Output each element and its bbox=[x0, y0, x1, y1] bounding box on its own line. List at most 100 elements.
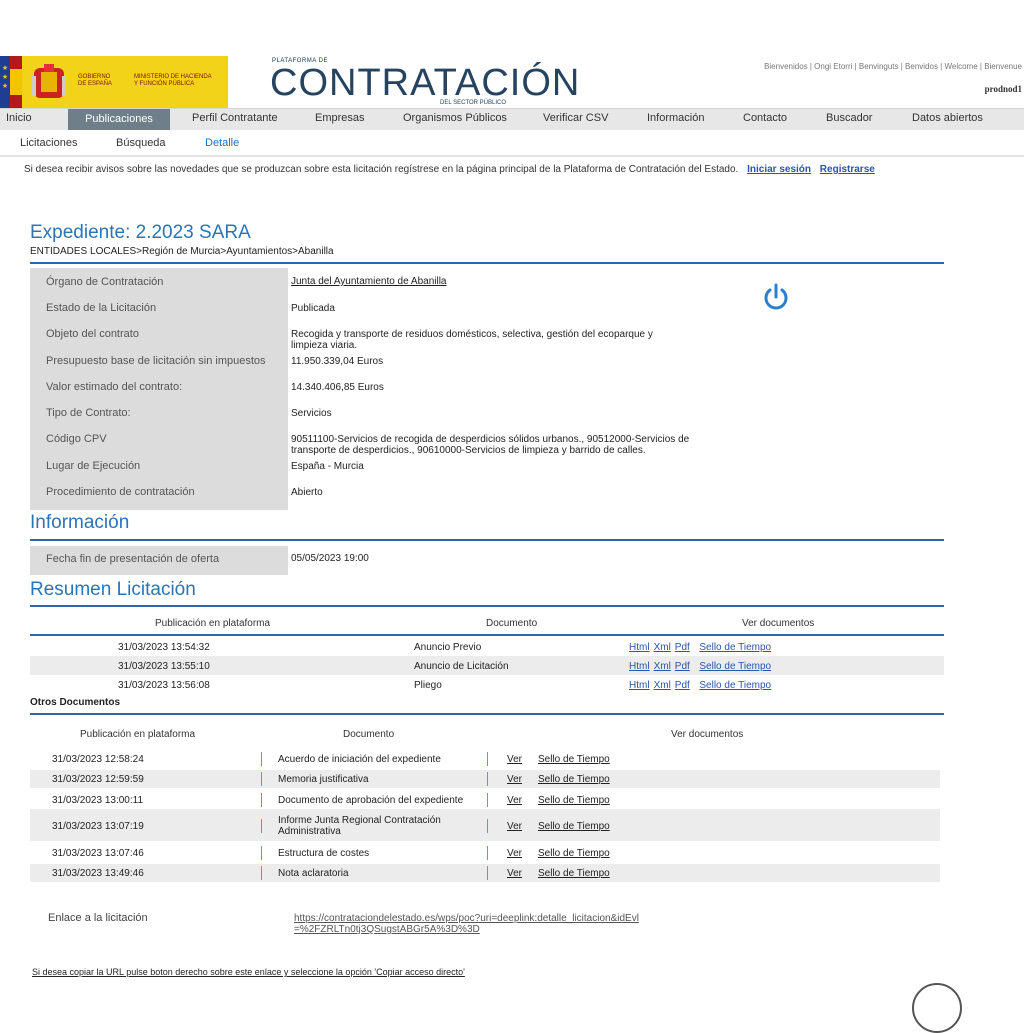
nav-buscador[interactable]: Buscador bbox=[826, 112, 872, 124]
column-separator bbox=[487, 819, 488, 833]
subnav-licitaciones[interactable]: Licitaciones bbox=[20, 137, 77, 149]
objeto-label: Objeto del contrato bbox=[46, 328, 139, 340]
ver-link[interactable]: Ver bbox=[507, 868, 522, 879]
otros-header-documento: Documento bbox=[343, 729, 395, 740]
column-separator bbox=[487, 793, 488, 807]
objeto-value: Recogida y transporte de residuos domést… bbox=[291, 329, 653, 351]
html-link[interactable]: Html bbox=[629, 642, 650, 653]
ver-link[interactable]: Ver bbox=[507, 774, 522, 785]
fecha-label: Fecha fin de presentación de oferta bbox=[46, 553, 220, 565]
divider bbox=[30, 539, 944, 541]
notice-message: Si desea recibir avisos sobre las noveda… bbox=[24, 164, 739, 175]
estado-label: Estado de la Licitación bbox=[46, 302, 157, 314]
informacion-title: Información bbox=[30, 512, 130, 533]
pdf-link[interactable]: Pdf bbox=[675, 680, 690, 691]
xml-link[interactable]: Xml bbox=[654, 680, 671, 691]
sello-link[interactable]: Sello de Tiempo bbox=[538, 821, 610, 832]
notice-text: Si desea recibir avisos sobre las noveda… bbox=[24, 164, 875, 175]
sello-link[interactable]: Sello de Tiempo bbox=[699, 642, 771, 653]
otros-header-fecha: Publicación en plataforma bbox=[80, 729, 196, 740]
gobierno-logo: GOBIERNO DE ESPAÑA MINISTERIO DE HACIEND… bbox=[22, 56, 228, 108]
ver-link[interactable]: Ver bbox=[507, 848, 522, 859]
row-links: Html Xml Pdf Sello de Tiempo bbox=[629, 642, 775, 653]
nav-perfil-contratante[interactable]: Perfil Contratante bbox=[192, 112, 278, 124]
row-date: 31/03/2023 13:07:19 bbox=[52, 821, 144, 832]
divider bbox=[30, 713, 944, 715]
sello-link[interactable]: Sello de Tiempo bbox=[699, 661, 771, 672]
presupuesto-value: 11.950.339,04 Euros bbox=[291, 356, 384, 367]
copy-url-hint-link[interactable]: Si desea copiar la URL pulse boton derec… bbox=[32, 967, 465, 978]
row-links: Html Xml Pdf Sello de Tiempo bbox=[629, 661, 775, 672]
row-background bbox=[30, 809, 940, 841]
nav-organismos-publicos[interactable]: Organismos Públicos bbox=[403, 112, 507, 124]
procedimiento-label: Procedimiento de contratación bbox=[46, 486, 195, 498]
row-date: 31/03/2023 13:07:46 bbox=[52, 848, 144, 859]
row-date: 31/03/2023 13:55:10 bbox=[118, 661, 210, 672]
circle-icon bbox=[912, 983, 962, 1033]
row-document: Pliego bbox=[414, 680, 442, 691]
nav-publicaciones[interactable]: Publicaciones bbox=[68, 109, 170, 130]
ver-link[interactable]: Ver bbox=[507, 821, 522, 832]
column-separator bbox=[261, 772, 262, 786]
nav-datos-abiertos[interactable]: Datos abiertos bbox=[912, 112, 983, 124]
pdf-link[interactable]: Pdf bbox=[675, 661, 690, 672]
enlace-label: Enlace a la licitación bbox=[48, 912, 148, 924]
sello-link[interactable]: Sello de Tiempo bbox=[538, 868, 610, 879]
gobierno-text: GOBIERNO DE ESPAÑA bbox=[78, 74, 112, 87]
row-date: 31/03/2023 13:00:11 bbox=[52, 795, 144, 806]
presupuesto-label: Presupuesto base de licitación sin impue… bbox=[46, 355, 266, 367]
sello-link[interactable]: Sello de Tiempo bbox=[538, 795, 610, 806]
sello-link[interactable]: Sello de Tiempo bbox=[699, 680, 771, 691]
subnav-busqueda[interactable]: Búsqueda bbox=[116, 137, 166, 149]
row-document: Nota aclaratoria bbox=[278, 868, 349, 879]
html-link[interactable]: Html bbox=[629, 661, 650, 672]
divider bbox=[0, 155, 1024, 157]
divider bbox=[30, 262, 944, 264]
resumen-title: Resumen Licitación bbox=[30, 579, 196, 600]
register-link[interactable]: Registrarse bbox=[820, 164, 875, 175]
nav-verificar-csv[interactable]: Verificar CSV bbox=[543, 112, 608, 124]
valor-value: 14.340.406,85 Euros bbox=[291, 382, 384, 393]
ministerio-text: MINISTERIO DE HACIENDA Y FUNCIÓN PÚBLICA bbox=[134, 74, 212, 87]
subnav-detalle[interactable]: Detalle bbox=[205, 137, 239, 149]
nav-informacion[interactable]: Información bbox=[647, 112, 704, 124]
sello-link[interactable]: Sello de Tiempo bbox=[538, 754, 610, 765]
organo-link[interactable]: Junta del Ayuntamiento de Abanilla bbox=[291, 276, 447, 287]
sello-link[interactable]: Sello de Tiempo bbox=[538, 774, 610, 785]
enlace-url-link[interactable]: https://contrataciondelestado.es/wps/poc… bbox=[294, 913, 644, 935]
lugar-label: Lugar de Ejecución bbox=[46, 460, 141, 472]
lugar-value: España - Murcia bbox=[291, 461, 364, 472]
row-document: Anuncio de Licitación bbox=[414, 661, 509, 672]
xml-link[interactable]: Xml bbox=[654, 661, 671, 672]
otros-title: Otros Documentos bbox=[30, 697, 121, 708]
login-link[interactable]: Iniciar sesión bbox=[747, 164, 811, 175]
otros-header-ver: Ver documentos bbox=[671, 729, 744, 740]
contratacion-logo[interactable]: CONTRATACIÓN bbox=[270, 62, 580, 105]
power-icon[interactable] bbox=[762, 282, 790, 312]
html-link[interactable]: Html bbox=[629, 680, 650, 691]
nav-inicio[interactable]: Inicio bbox=[6, 112, 32, 124]
divider bbox=[30, 634, 944, 636]
cpv-label: Código CPV bbox=[46, 433, 107, 445]
column-separator bbox=[487, 772, 488, 786]
divider bbox=[30, 605, 944, 607]
pdf-link[interactable]: Pdf bbox=[675, 642, 690, 653]
row-date: 31/03/2023 13:56:08 bbox=[118, 680, 210, 691]
nav-contacto[interactable]: Contacto bbox=[743, 112, 787, 124]
server-name: prodnod1 bbox=[984, 84, 1022, 94]
nav-empresas[interactable]: Empresas bbox=[315, 112, 365, 124]
sello-link[interactable]: Sello de Tiempo bbox=[538, 848, 610, 859]
tipo-value: Servicios bbox=[291, 408, 332, 419]
xml-link[interactable]: Xml bbox=[654, 642, 671, 653]
main-nav: Inicio Publicaciones Perfil Contratante … bbox=[0, 108, 1024, 130]
breadcrumb: ENTIDADES LOCALES>Región de Murcia>Ayunt… bbox=[30, 246, 334, 257]
welcome-languages[interactable]: Bienvenidos | Ongi Etorri | Benvinguts |… bbox=[764, 62, 1022, 71]
row-document: Anuncio Previo bbox=[414, 642, 482, 653]
row-document: Informe Junta Regional Contratación Admi… bbox=[278, 815, 441, 837]
column-separator bbox=[487, 866, 488, 880]
ver-link[interactable]: Ver bbox=[507, 795, 522, 806]
column-separator bbox=[261, 846, 262, 860]
column-separator bbox=[487, 752, 488, 766]
ver-link[interactable]: Ver bbox=[507, 754, 522, 765]
row-document: Estructura de costes bbox=[278, 848, 370, 859]
